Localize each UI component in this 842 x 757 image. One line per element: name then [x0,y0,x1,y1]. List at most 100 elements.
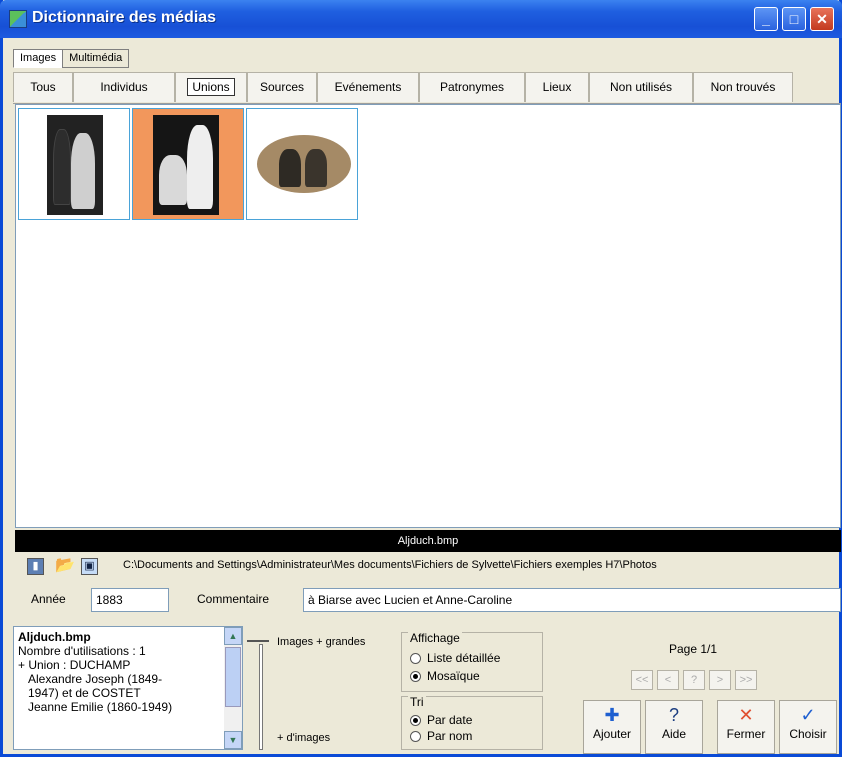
file-path: C:\Documents and Settings\Administrateur… [123,559,657,571]
minimize-button[interactable]: _ [754,7,778,31]
goto-page-button[interactable]: ? [683,670,705,690]
thumbnail-grid[interactable] [15,104,841,528]
tab-evenements[interactable]: Evénements [317,72,419,102]
close-icon: ✕ [816,11,828,27]
display-group: Affichage Liste détaillée Mosaïque [401,631,543,692]
tab-multimedia[interactable]: Multimédia [62,49,130,68]
close-icon: ✕ [738,705,754,725]
minimize-icon: _ [762,11,770,27]
option-label: Mosaïque [427,669,480,683]
scroll-down-icon[interactable]: ▼ [224,731,242,749]
comment-label: Commentaire [197,592,270,606]
radio-icon [410,652,421,664]
add-button[interactable]: ✚ Ajouter [583,700,641,754]
tab-tous[interactable]: Tous [13,72,73,102]
tab-images[interactable]: Images [13,49,64,68]
tab-label: Patronymes [439,80,505,94]
choose-button[interactable]: ✓ Choisir [779,700,837,754]
tab-label: Lieux [542,80,572,94]
tab-label: Sources [259,80,305,94]
year-label: Année [31,592,66,606]
thumbnail-item-selected[interactable] [132,108,244,220]
scroll-up-icon[interactable]: ▲ [224,627,242,645]
option-label: Par nom [427,729,473,743]
tab-patronymes[interactable]: Patronymes [419,72,525,102]
option-by-name[interactable]: Par nom [410,729,472,743]
media-info-box: Aljduch.bmp Nombre d'utilisations : 1 + … [13,626,243,750]
delete-icon[interactable]: ▮ [27,558,44,575]
folder-open-icon[interactable]: 📂 [55,558,75,575]
option-list[interactable]: Liste détaillée [410,651,500,665]
window-title: Dictionnaire des médias [32,9,217,26]
info-line: Jeanne Emilie (1860-1949) [28,700,173,714]
tab-label: Individus [100,80,148,94]
help-icon: ? [668,705,679,725]
tab-non-trouves[interactable]: Non trouvés [693,72,793,102]
first-page-button[interactable]: << [631,670,653,690]
button-label: Choisir [789,727,827,741]
path-row: ▮ 📂 ▣ C:\Documents and Settings\Administ… [21,556,841,578]
wedding-photo [47,115,103,215]
info-line: + Union : DUCHAMP [18,658,131,672]
tab-lieux[interactable]: Lieux [525,72,589,102]
info-scrollbar[interactable]: ▲ ▼ [224,627,242,749]
scroll-thumb[interactable] [225,647,241,707]
info-usage: Nombre d'utilisations : 1 [18,644,146,658]
help-button[interactable]: ? Aide [645,700,703,754]
tab-label: Tous [30,80,56,94]
option-mosaic[interactable]: Mosaïque [410,669,480,683]
prev-page-button[interactable]: < [657,670,679,690]
portrait-photo [257,135,351,193]
pager: Page 1/1 << < ? > >> [549,630,841,696]
check-icon: ✓ [800,705,816,725]
thumbnail-item[interactable] [246,108,358,220]
info-line: 1947) et de COSTET [28,686,141,700]
maximize-button[interactable]: □ [782,7,806,31]
meta-row: Année 1883 Commentaire à Biarse avec Luc… [21,586,841,614]
app-window: Dictionnaire des médias _ □ ✕ Images Mul… [0,0,842,757]
category-tabs: Tous Individus Unions Sources Evénements… [13,72,841,104]
tab-unions[interactable]: Unions [175,72,247,102]
slider-track[interactable] [259,644,263,750]
preview-icon[interactable]: ▣ [81,558,98,575]
button-label: Ajouter [592,727,632,741]
media-type-tabs: Images Multimédia [13,49,130,69]
selected-file-caption: Aljduch.bmp [15,530,841,552]
tab-label: Unions [187,78,235,96]
radio-icon [410,670,421,682]
sort-legend: Tri [408,695,426,709]
title-bar[interactable]: Dictionnaire des médias _ □ ✕ [0,0,842,38]
app-icon [9,10,27,28]
option-label: Par date [427,713,473,727]
tab-label: Non utilisés [609,80,673,94]
button-label: Aide [661,727,687,741]
year-field[interactable]: 1883 [91,588,169,612]
plus-icon: ✚ [604,705,620,725]
maximize-icon: □ [789,11,799,27]
thumbnail-item[interactable] [18,108,130,220]
tab-sources[interactable]: Sources [247,72,317,102]
info-line: Alexandre Joseph (1849- [28,672,163,686]
tab-label: Non trouvés [710,80,776,94]
couple-photo [153,115,219,215]
close-window-button[interactable]: ✕ [810,7,834,31]
slider-handle[interactable] [247,640,269,648]
radio-icon [410,714,421,726]
radio-icon [410,730,421,742]
slider-top-label: Images + grandes [277,636,366,648]
comment-field[interactable]: à Biarse avec Lucien et Anne-Caroline [303,588,841,612]
tab-label: Evénements [334,80,402,94]
sort-group: Tri Par date Par nom [401,695,543,750]
display-legend: Affichage [408,631,462,645]
last-page-button[interactable]: >> [735,670,757,690]
tab-non-utilises[interactable]: Non utilisés [589,72,693,102]
info-filename: Aljduch.bmp [18,630,91,644]
slider-bottom-label: + d'images [277,732,331,744]
option-by-date[interactable]: Par date [410,713,472,727]
tab-individus[interactable]: Individus [73,72,175,102]
option-label: Liste détaillée [427,651,501,665]
button-label: Fermer [726,727,766,741]
page-indicator: Page 1/1 [669,642,718,656]
next-page-button[interactable]: > [709,670,731,690]
close-button[interactable]: ✕ Fermer [717,700,775,754]
